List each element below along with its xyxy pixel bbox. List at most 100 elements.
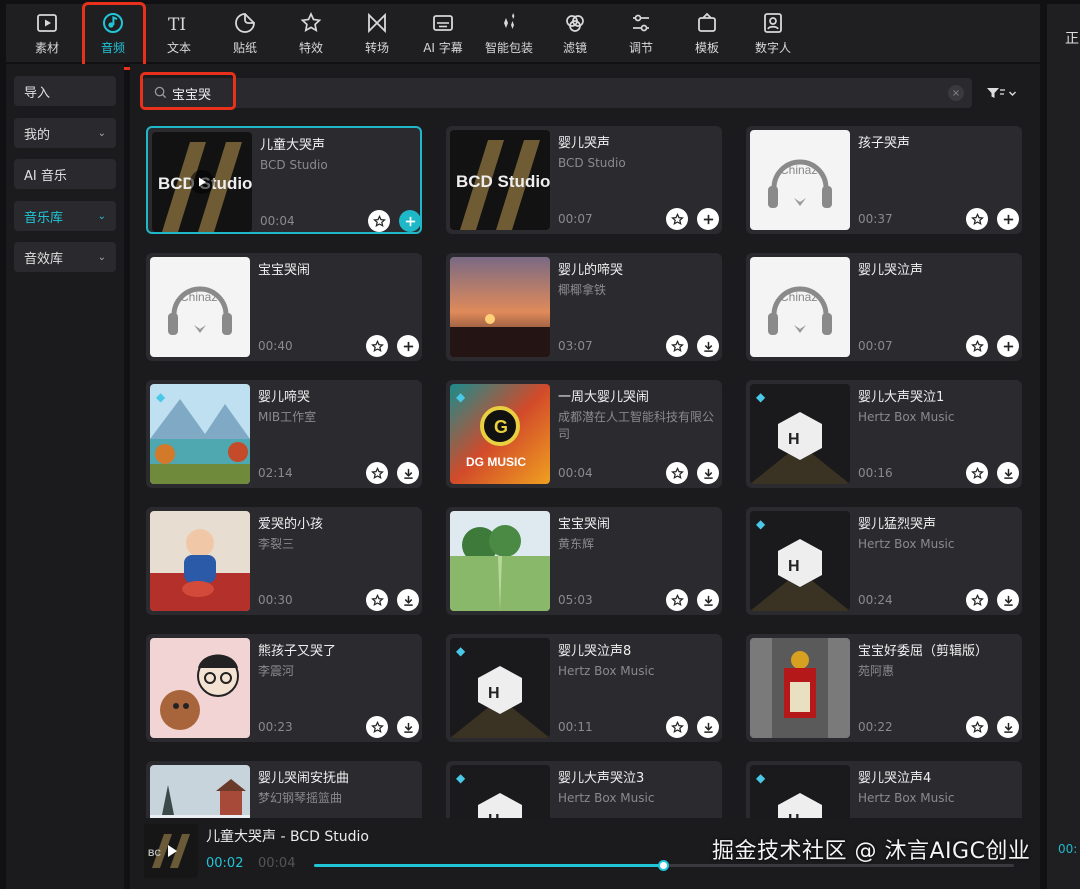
download-icon[interactable]: [997, 462, 1019, 484]
music-thumbnail[interactable]: BCD Studio: [152, 132, 252, 232]
favorite-star-icon[interactable]: [666, 716, 688, 738]
music-card[interactable]: 宝宝好委屈（剪辑版） 苑阿惠 00:22: [746, 634, 1022, 742]
download-icon[interactable]: [397, 462, 419, 484]
music-card[interactable]: 爱哭的小孩 李裂三 00:30: [146, 507, 422, 615]
music-card[interactable]: Chinaz 孩子哭声 00:37: [746, 126, 1022, 234]
tool-media[interactable]: 素材: [14, 4, 80, 62]
favorite-star-icon[interactable]: [366, 335, 388, 357]
music-thumbnail[interactable]: Chinaz: [750, 130, 850, 230]
download-icon[interactable]: [397, 716, 419, 738]
music-card[interactable]: BCD Studio 儿童大哭声 BCD Studio 00:04: [146, 126, 422, 234]
music-card[interactable]: G DG MUSIC ◆ 一周大婴儿哭闹 成都潜在人工智能科技有限公司 00:04: [446, 380, 722, 488]
sidebar-item-0[interactable]: 导入: [14, 76, 116, 106]
clear-search-icon[interactable]: ×: [948, 85, 964, 101]
favorite-star-icon[interactable]: [666, 335, 688, 357]
favorite-star-icon[interactable]: [366, 462, 388, 484]
add-to-track-icon[interactable]: [997, 335, 1019, 357]
favorite-star-icon[interactable]: [666, 589, 688, 611]
vip-diamond-icon: ◆: [456, 771, 466, 785]
tool-text[interactable]: TI 文本: [146, 4, 212, 62]
music-card[interactable]: 婴儿的啼哭 椰椰拿铁 03:07: [446, 253, 722, 361]
music-title: 宝宝哭闹: [558, 517, 611, 532]
favorite-star-icon[interactable]: [966, 716, 988, 738]
filter-icon: [987, 88, 1005, 98]
download-icon[interactable]: [997, 589, 1019, 611]
tool-effects[interactable]: 特效: [278, 4, 344, 62]
music-thumbnail[interactable]: [450, 511, 550, 611]
tool-template[interactable]: 模板: [674, 4, 740, 62]
music-card[interactable]: H ◆ 婴儿大声哭泣1 Hertz Box Music 00:16: [746, 380, 1022, 488]
tool-adjust[interactable]: 调节: [608, 4, 674, 62]
music-duration: 03:07: [558, 339, 593, 353]
music-card[interactable]: ◆ 婴儿啼哭 MIB工作室 02:14: [146, 380, 422, 488]
favorite-star-icon[interactable]: [368, 210, 390, 232]
music-artist: Hertz Box Music: [858, 537, 955, 551]
svg-text:Chinaz: Chinaz: [780, 163, 817, 177]
music-thumbnail[interactable]: H◆: [450, 638, 550, 738]
sidebar-item-1[interactable]: 我的 ⌄: [14, 118, 116, 148]
music-card[interactable]: Chinaz 宝宝哭闹 00:40: [146, 253, 422, 361]
favorite-star-icon[interactable]: [966, 208, 988, 230]
music-card[interactable]: BCD Studio 婴儿哭声 BCD Studio 00:07: [446, 126, 722, 234]
tool-audio[interactable]: 音频: [80, 2, 146, 70]
tool-smart-pack[interactable]: 智能包装: [476, 4, 542, 62]
add-to-track-icon[interactable]: [997, 208, 1019, 230]
play-icon[interactable]: [190, 170, 214, 194]
music-card[interactable]: H ◆ 婴儿哭泣声8 Hertz Box Music 00:11: [446, 634, 722, 742]
download-icon[interactable]: [697, 462, 719, 484]
music-thumbnail[interactable]: BCD Studio: [450, 130, 550, 230]
music-duration: 00:24: [858, 593, 893, 607]
music-thumbnail[interactable]: Chinaz: [150, 257, 250, 357]
search-input[interactable]: 宝宝哭 ×: [142, 78, 972, 108]
music-thumbnail[interactable]: H◆: [750, 384, 850, 484]
add-to-track-icon[interactable]: [399, 210, 420, 232]
tool-transition[interactable]: 转场: [344, 4, 410, 62]
music-artist: 成都潜在人工智能科技有限公司: [558, 410, 715, 441]
music-card[interactable]: H ◆ 婴儿猛烈哭声 Hertz Box Music 00:24: [746, 507, 1022, 615]
music-thumbnail[interactable]: [150, 511, 250, 611]
download-icon[interactable]: [697, 589, 719, 611]
tool-filter[interactable]: 滤镜: [542, 4, 608, 62]
player-thumbnail[interactable]: BC: [144, 824, 198, 878]
progress-handle[interactable]: [658, 860, 669, 871]
tool-sticker[interactable]: 贴纸: [212, 4, 278, 62]
add-to-track-icon[interactable]: [697, 208, 719, 230]
sort-filter-button[interactable]: [986, 82, 1022, 104]
sidebar-item-2[interactable]: AI 音乐: [14, 159, 116, 189]
music-thumbnail[interactable]: ◆: [150, 384, 250, 484]
favorite-star-icon[interactable]: [966, 462, 988, 484]
favorite-star-icon[interactable]: [666, 208, 688, 230]
music-duration: 00:11: [558, 720, 593, 734]
download-icon[interactable]: [697, 716, 719, 738]
music-thumbnail[interactable]: [150, 638, 250, 738]
tool-digital-human[interactable]: 数字人: [740, 4, 806, 62]
watermark-tail: 00:: [1058, 842, 1078, 856]
music-card[interactable]: 宝宝哭闹 黄东辉 05:03: [446, 507, 722, 615]
music-thumbnail[interactable]: [750, 638, 850, 738]
music-thumbnail[interactable]: H◆: [750, 511, 850, 611]
download-icon[interactable]: [697, 335, 719, 357]
add-to-track-icon[interactable]: [397, 335, 419, 357]
sidebar-item-3[interactable]: 音乐库 ⌄: [14, 201, 116, 231]
download-icon[interactable]: [997, 716, 1019, 738]
music-thumbnail[interactable]: Chinaz: [750, 257, 850, 357]
download-icon[interactable]: [397, 589, 419, 611]
music-artist: 李裂三: [258, 537, 295, 551]
music-thumbnail[interactable]: [450, 257, 550, 357]
favorite-star-icon[interactable]: [966, 335, 988, 357]
music-duration: 00:30: [258, 593, 293, 607]
music-card[interactable]: Chinaz 婴儿哭泣声 00:07: [746, 253, 1022, 361]
favorite-star-icon[interactable]: [366, 589, 388, 611]
player-current-time: 00:02: [206, 856, 244, 871]
sidebar-item-label: 我的: [24, 127, 51, 143]
music-artist: 李震河: [258, 664, 295, 678]
favorite-star-icon[interactable]: [966, 589, 988, 611]
music-thumbnail[interactable]: G DG MUSIC ◆: [450, 384, 550, 484]
top-toolbar: 素材 音频 TI 文本 贴纸 特效 转场 AI 字幕 智能包装 滤镜 调节 模板 数字人: [6, 2, 1040, 70]
tool-subtitle[interactable]: AI 字幕: [410, 4, 476, 62]
music-card[interactable]: 熊孩子又哭了 李震河 00:23: [146, 634, 422, 742]
sticker-icon: [233, 11, 257, 35]
favorite-star-icon[interactable]: [366, 716, 388, 738]
sidebar-item-4[interactable]: 音效库 ⌄: [14, 242, 116, 272]
favorite-star-icon[interactable]: [666, 462, 688, 484]
